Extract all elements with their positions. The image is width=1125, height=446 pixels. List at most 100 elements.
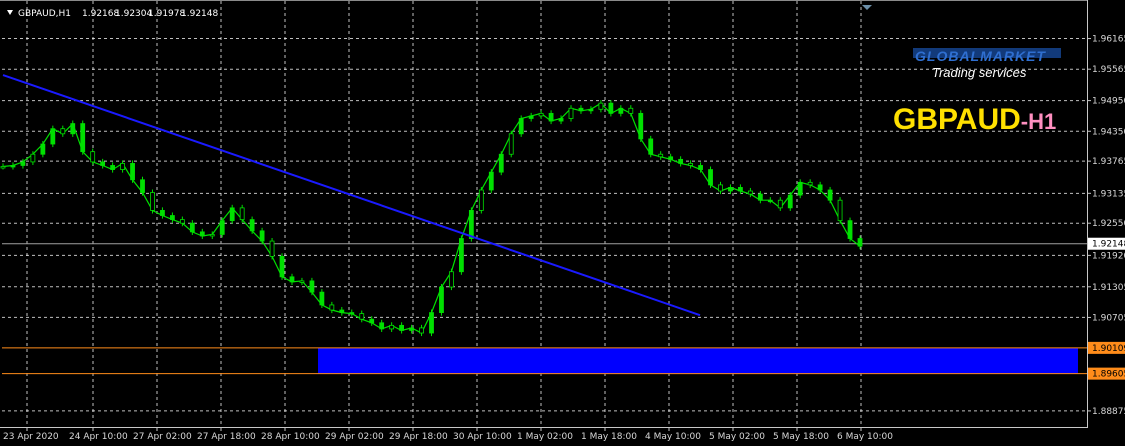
dropdown-triangle-icon[interactable] (7, 10, 13, 15)
price-bar-body (299, 280, 305, 283)
price-bar-body (847, 220, 853, 239)
x-tick-label: 6 May 10:00 (837, 432, 893, 442)
price-bar-body (827, 189, 833, 201)
symbol-watermark-pair: GBPAUD (893, 103, 1021, 136)
price-bar-body (458, 238, 464, 273)
y-tick-label: 1.92550 (1092, 219, 1125, 229)
x-tick-label: 4 May 10:00 (645, 432, 701, 442)
header-high: 1.92304 (115, 9, 152, 19)
price-bar-body (10, 165, 16, 168)
price-bar-body (468, 210, 474, 239)
price-bar-body (349, 312, 355, 315)
time-axis: 23 Apr 2020 24 Apr 10:00 27 Apr 02:00 27 Ap… (3, 427, 893, 442)
price-bar-body (130, 163, 135, 181)
price-bar-body (508, 133, 514, 155)
symbol-watermark-dash: - (1021, 109, 1028, 134)
price-bar-body (110, 165, 116, 170)
x-tick-label: 5 May 02:00 (709, 432, 765, 442)
price-bar-body (608, 102, 614, 114)
price-bar-body (409, 327, 414, 331)
price-chart[interactable]: GLOBALMARKET Trading services GBPAUD-H1 … (0, 0, 1125, 446)
price-bar-body (239, 207, 245, 221)
price-bar-body (229, 207, 235, 222)
price-bar-body (658, 153, 664, 158)
price-bar-body (209, 234, 215, 237)
price-bar-body (787, 194, 793, 209)
price-bar-body (150, 192, 155, 211)
price-bar-body (100, 161, 106, 166)
symbol-watermark-timeframe: H1 (1028, 109, 1056, 134)
price-bar-body (618, 107, 624, 114)
price-bar-body (170, 215, 175, 221)
price-bar-body (379, 322, 385, 330)
price-axis: 1.96165 1.95565 1.94950 1.94350 1.93765 1.931… (1087, 35, 1125, 417)
price-bar-body (60, 128, 66, 135)
price-bar-body (289, 276, 295, 283)
symbol-watermark: GBPAUD-H1 (893, 103, 1056, 136)
price-bar-body (439, 286, 444, 313)
price-bar-body (628, 107, 634, 114)
price-bar-body (189, 222, 195, 233)
logo-brand: GLOBALMARKET (915, 48, 1046, 64)
price-bar-body (757, 193, 763, 201)
price-bar-body (309, 280, 315, 293)
price-series-line (2, 102, 861, 334)
price-bar-body (389, 324, 395, 330)
x-tick-label: 27 Apr 18:00 (197, 432, 256, 442)
y-tick-label: 1.94350 (1092, 127, 1125, 137)
price-bar-body (20, 161, 26, 166)
price-bar-body (369, 318, 375, 324)
price-bar-body (837, 199, 843, 222)
price-bar-body (728, 187, 733, 192)
price-bar-body (70, 123, 76, 135)
zone-upper-price-label: 1.90109 (1092, 344, 1125, 354)
price-bar-body (538, 112, 544, 117)
price-bar-body (120, 163, 125, 170)
price-bar-body (708, 169, 713, 186)
price-bar-body (558, 118, 564, 122)
price-bar-body (568, 107, 574, 119)
header-symbol: GBPAUD,H1 (18, 9, 71, 19)
watermark-logo: GLOBALMARKET Trading services (913, 48, 1061, 80)
price-bar-body (249, 219, 255, 232)
price-bar-body (807, 181, 813, 186)
y-tick-label: 1.95565 (1092, 65, 1125, 75)
price-bar-body (698, 165, 703, 170)
trendline[interactable] (2, 74, 701, 317)
price-bar-body (219, 220, 225, 235)
price-bar-body (429, 312, 434, 334)
y-tick-label: 1.96165 (1092, 35, 1125, 45)
x-tick-label: 23 Apr 2020 (3, 432, 59, 442)
price-bar-body (90, 151, 96, 163)
price-bar-body (179, 219, 185, 224)
price-bar-body (40, 143, 46, 155)
price-bar-body (359, 313, 365, 320)
header-close: 1.92148 (181, 9, 218, 19)
x-tick-label: 29 Apr 02:00 (325, 432, 384, 442)
price-bar-body (478, 189, 484, 211)
price-bar-body (638, 112, 644, 140)
price-bar-body (319, 291, 325, 306)
price-bar-body (269, 240, 275, 257)
y-tick-label: 1.93135 (1092, 189, 1125, 199)
price-bar-body (449, 271, 454, 288)
y-tick-label: 1.91920 (1092, 251, 1125, 261)
logo-subtitle: Trading services (932, 65, 1027, 80)
y-tick-label: 1.94950 (1092, 97, 1125, 107)
price-bar-body (0, 166, 6, 169)
support-zone[interactable] (318, 347, 1078, 374)
x-tick-label: 1 May 02:00 (517, 432, 573, 442)
price-bar-body (817, 184, 823, 191)
y-tick-label: 1.93765 (1092, 157, 1125, 167)
price-bar-body (668, 156, 674, 160)
zone-lower-price-label: 1.89605 (1092, 370, 1125, 380)
x-tick-label: 30 Apr 10:00 (453, 432, 512, 442)
price-bar-body (80, 123, 86, 153)
price-bar-body (598, 102, 604, 110)
chart-window: GLOBALMARKET Trading services GBPAUD-H1 … (0, 0, 1125, 446)
chart-header: GBPAUD,H1 1.92168 1.92304 1.91978 1.9214… (7, 9, 218, 19)
y-tick-label: 1.88875 (1092, 407, 1125, 417)
price-bar-body (518, 118, 524, 135)
price-bar-body (718, 184, 723, 192)
chart-shift-marker-icon[interactable] (862, 5, 872, 10)
